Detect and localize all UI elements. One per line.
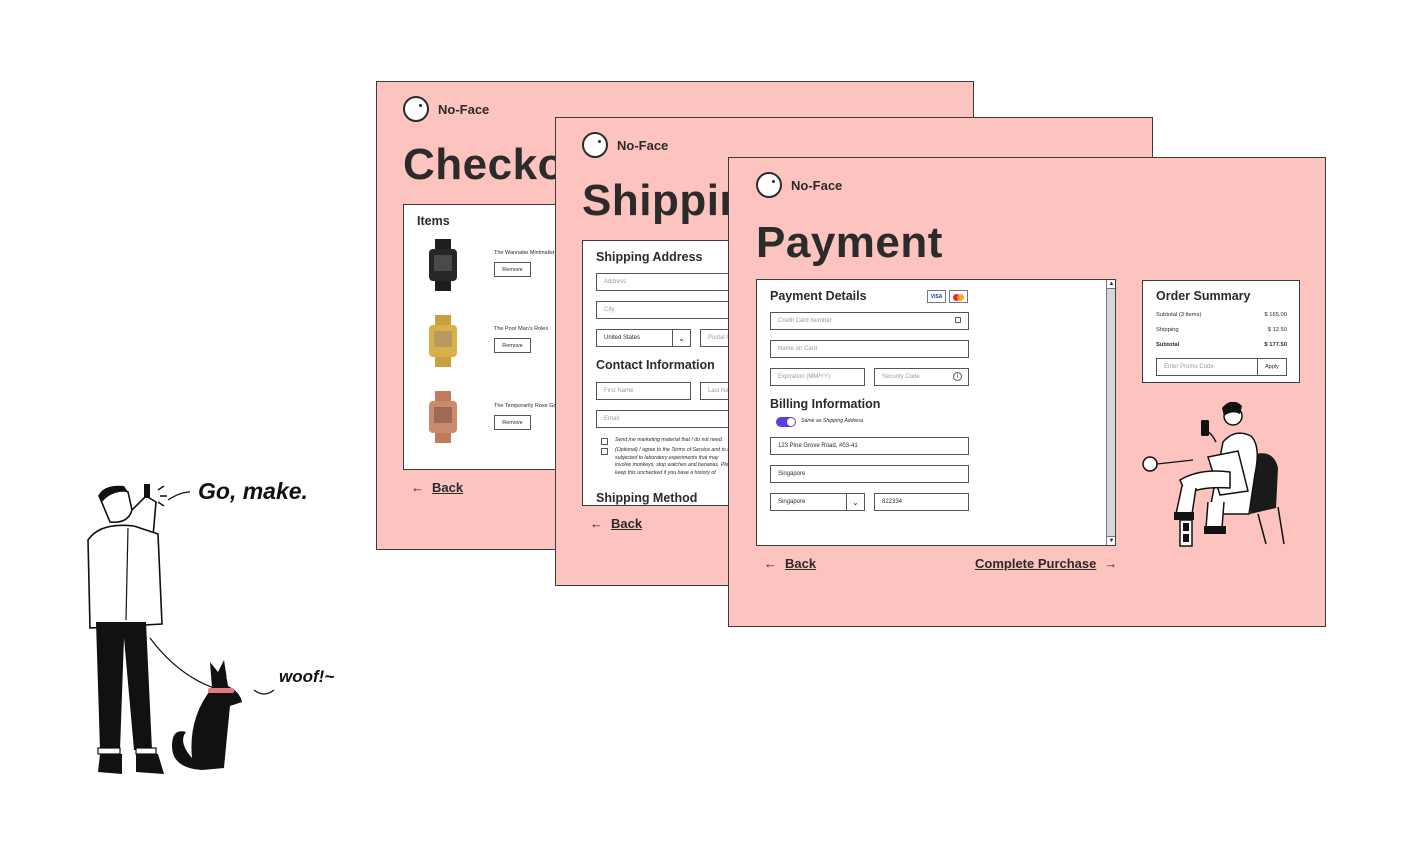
country-value: United States [604,335,641,341]
mastercard-icon [949,290,968,303]
brand-name: No-Face [791,177,843,193]
summary-total-label: Subtotal [1156,342,1180,348]
remove-button[interactable]: Remove [494,415,531,430]
lock-icon [955,317,961,323]
watch-rose-gold-image [429,391,457,443]
woof-caption: woof!~ [279,667,335,686]
person-sitting-illustration [1142,402,1285,547]
security-code-input[interactable]: Security Code i [874,368,969,386]
item-name: The Temporarily Rose Gold [494,403,561,409]
order-summary-heading: Order Summary [1156,289,1251,303]
card-number-input[interactable]: Credit Card Number [770,312,969,330]
back-link[interactable]: ← Back [764,556,816,571]
billing-postal-input[interactable]: 822334 [874,493,969,511]
scroll-up-icon[interactable]: ▲ [1107,280,1115,289]
scrollbar[interactable]: ▲ ▼ [1106,280,1115,545]
order-summary-panel: Order Summary Subtotal (3 items) $ 165.0… [1142,280,1300,383]
watch-black-image [429,239,457,291]
marketing-label: Send me marketing material that I do not… [615,437,724,443]
contact-heading: Contact Information [596,358,715,372]
scroll-down-icon[interactable]: ▼ [1107,536,1115,545]
security-code-placeholder: Security Code [882,374,920,380]
first-name-input[interactable]: First Name [596,382,691,400]
billing-city-input[interactable]: Singapore [770,465,969,483]
shipping-address-heading: Shipping Address [596,250,703,264]
logo-icon [403,96,429,122]
payment-form-panel: Payment Details VISA Credit Card Number … [756,279,1116,546]
items-heading: Items [417,214,450,228]
back-link[interactable]: ← Back [411,480,463,495]
info-icon: i [953,372,962,381]
complete-purchase-link[interactable]: Complete Purchase → [975,556,1117,571]
terms-line: subjected to laboratory experiments that… [615,454,719,461]
back-label: Back [785,556,817,571]
person-with-dog-illustration [87,484,275,774]
back-label: Back [432,480,464,495]
summary-value: $ 12.50 [1267,327,1287,333]
brand-name: No-Face [438,101,490,117]
payment-screen: No-Face Payment Payment Details VISA Cre… [728,157,1326,627]
arrow-right-icon: → [1104,556,1118,571]
shipping-method-heading: Shipping Method [596,491,698,505]
billing-heading: Billing Information [770,397,881,411]
marketing-checkbox[interactable] [601,438,608,445]
item-name: The Wannabe Minimalist [494,250,555,256]
same-as-shipping-toggle[interactable] [776,417,796,427]
terms-line: involve monkeys, stop watches and banana… [615,462,737,468]
complete-purchase-label: Complete Purchase [975,556,1097,571]
same-as-shipping-label: Same as Shipping Address. [801,418,865,424]
page-title: Payment [756,218,943,267]
back-label: Back [611,516,643,531]
logo-icon [582,132,608,158]
logo-icon [756,172,782,198]
summary-label: Shipping [1156,327,1179,333]
summary-label: Subtotal (3 items) [1156,312,1202,318]
arrow-left-icon: ← [590,516,603,531]
watch-gold-image [429,315,457,367]
country-select[interactable]: United States ⌄ [596,329,691,347]
back-link[interactable]: ← Back [590,516,642,531]
name-on-card-input[interactable]: Name on Card [770,340,969,358]
chevron-down-icon: ⌄ [672,330,690,346]
brand-name: No-Face [617,137,669,153]
billing-country-value: Singapore [778,499,806,505]
summary-value: $ 165.00 [1264,312,1287,318]
arrow-left-icon: ← [764,556,777,571]
billing-country-select[interactable]: Singapore ⌄ [770,493,865,511]
remove-button[interactable]: Remove [494,262,531,277]
chevron-down-icon: ⌄ [846,494,864,510]
brand[interactable]: No-Face [582,132,668,158]
brand[interactable]: No-Face [403,96,489,122]
go-make-caption: Go, make. [198,478,308,504]
remove-button[interactable]: Remove [494,338,531,353]
terms-line: keep this unchecked if you have a histor… [615,469,716,476]
promo-code-input[interactable]: Enter Promo Code [1156,358,1258,376]
item-name: The Poor Man's Rolex [494,326,549,332]
apply-button[interactable]: Apply [1257,358,1287,376]
billing-address-input[interactable]: 123 Pine Grove Road, #03-41 [770,437,969,455]
expiration-input[interactable]: Expiration (MM/YY) [770,368,865,386]
card-number-placeholder: Credit Card Number [778,318,832,324]
arrow-left-icon: ← [411,480,424,495]
visa-icon: VISA [927,290,946,303]
terms-checkbox[interactable] [601,448,608,455]
payment-details-heading: Payment Details [770,289,867,303]
brand[interactable]: No-Face [756,172,842,198]
summary-total-value: $ 177.50 [1264,342,1287,348]
terms-line: (Optional) I agree to the Terms of Servi… [615,447,734,453]
